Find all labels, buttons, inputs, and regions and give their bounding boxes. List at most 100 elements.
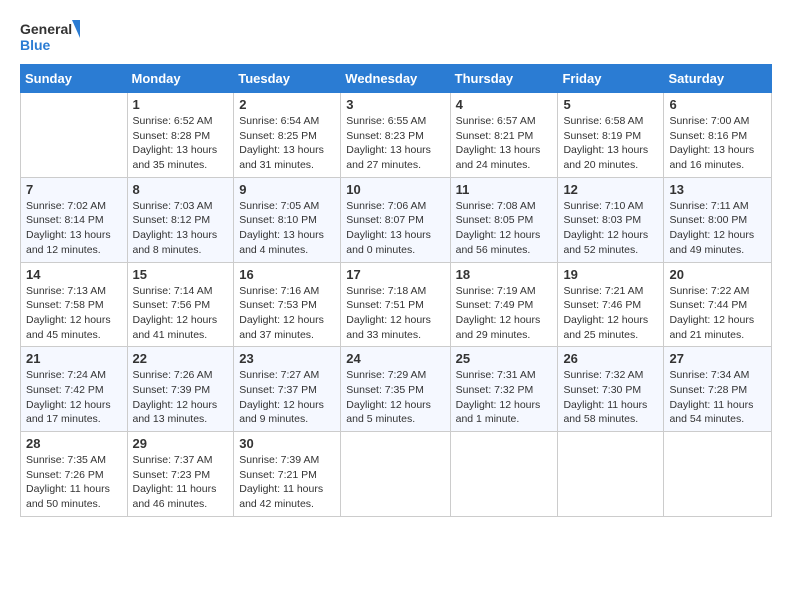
- day-number: 11: [456, 182, 553, 197]
- day-info: Sunrise: 7:06 AMSunset: 8:07 PMDaylight:…: [346, 199, 444, 258]
- calendar-cell: 29 Sunrise: 7:37 AMSunset: 7:23 PMDayligh…: [127, 432, 234, 517]
- calendar-cell: 11 Sunrise: 7:08 AMSunset: 8:05 PMDayligh…: [450, 177, 558, 262]
- day-info: Sunrise: 7:27 AMSunset: 7:37 PMDaylight:…: [239, 368, 335, 427]
- calendar-cell: 21 Sunrise: 7:24 AMSunset: 7:42 PMDayligh…: [21, 347, 128, 432]
- day-info: Sunrise: 6:54 AMSunset: 8:25 PMDaylight:…: [239, 114, 335, 173]
- calendar-cell: [21, 93, 128, 178]
- svg-text:Blue: Blue: [20, 37, 51, 53]
- day-number: 13: [669, 182, 766, 197]
- calendar-cell: 16 Sunrise: 7:16 AMSunset: 7:53 PMDayligh…: [234, 262, 341, 347]
- calendar-cell: [341, 432, 450, 517]
- day-number: 15: [133, 267, 229, 282]
- day-info: Sunrise: 7:10 AMSunset: 8:03 PMDaylight:…: [563, 199, 658, 258]
- day-info: Sunrise: 7:32 AMSunset: 7:30 PMDaylight:…: [563, 368, 658, 427]
- day-number: 3: [346, 97, 444, 112]
- day-info: Sunrise: 7:22 AMSunset: 7:44 PMDaylight:…: [669, 284, 766, 343]
- calendar-cell: 2Sunrise: 6:54 AMSunset: 8:25 PMDaylight…: [234, 93, 341, 178]
- column-header-monday: Monday: [127, 65, 234, 93]
- day-info: Sunrise: 7:02 AMSunset: 8:14 PMDaylight:…: [26, 199, 122, 258]
- calendar-cell: [558, 432, 664, 517]
- day-number: 1: [133, 97, 229, 112]
- day-info: Sunrise: 6:55 AMSunset: 8:23 PMDaylight:…: [346, 114, 444, 173]
- calendar-cell: 24 Sunrise: 7:29 AMSunset: 7:35 PMDayligh…: [341, 347, 450, 432]
- day-info: Sunrise: 7:05 AMSunset: 8:10 PMDaylight:…: [239, 199, 335, 258]
- calendar-cell: 23 Sunrise: 7:27 AMSunset: 7:37 PMDayligh…: [234, 347, 341, 432]
- calendar-cell: 5 Sunrise: 6:58 AMSunset: 8:19 PMDaylight…: [558, 93, 664, 178]
- day-number: 29: [133, 436, 229, 451]
- calendar-cell: 17 Sunrise: 7:18 AMSunset: 7:51 PMDayligh…: [341, 262, 450, 347]
- column-header-wednesday: Wednesday: [341, 65, 450, 93]
- column-header-sunday: Sunday: [21, 65, 128, 93]
- calendar-header-row: SundayMondayTuesdayWednesdayThursdayFrid…: [21, 65, 772, 93]
- day-number: 22: [133, 351, 229, 366]
- day-info: Sunrise: 6:52 AMSunset: 8:28 PMDaylight:…: [133, 114, 229, 173]
- day-number: 5: [563, 97, 658, 112]
- day-info: Sunrise: 7:21 AMSunset: 7:46 PMDaylight:…: [563, 284, 658, 343]
- calendar-cell: 27 Sunrise: 7:34 AMSunset: 7:28 PMDayligh…: [664, 347, 772, 432]
- day-info: Sunrise: 7:13 AMSunset: 7:58 PMDaylight:…: [26, 284, 122, 343]
- column-header-saturday: Saturday: [664, 65, 772, 93]
- week-row-5: 28Sunrise: 7:35 AMSunset: 7:26 PMDayligh…: [21, 432, 772, 517]
- calendar-cell: 18 Sunrise: 7:19 AMSunset: 7:49 PMDayligh…: [450, 262, 558, 347]
- calendar-cell: 13 Sunrise: 7:11 AMSunset: 8:00 PMDayligh…: [664, 177, 772, 262]
- calendar-cell: 4 Sunrise: 6:57 AMSunset: 8:21 PMDaylight…: [450, 93, 558, 178]
- calendar-cell: 26 Sunrise: 7:32 AMSunset: 7:30 PMDayligh…: [558, 347, 664, 432]
- calendar-cell: 28Sunrise: 7:35 AMSunset: 7:26 PMDayligh…: [21, 432, 128, 517]
- day-info: Sunrise: 7:29 AMSunset: 7:35 PMDaylight:…: [346, 368, 444, 427]
- day-number: 20: [669, 267, 766, 282]
- calendar-cell: 9 Sunrise: 7:05 AMSunset: 8:10 PMDaylight…: [234, 177, 341, 262]
- calendar-cell: 12 Sunrise: 7:10 AMSunset: 8:03 PMDayligh…: [558, 177, 664, 262]
- week-row-3: 14 Sunrise: 7:13 AMSunset: 7:58 PMDayligh…: [21, 262, 772, 347]
- day-number: 10: [346, 182, 444, 197]
- day-info: Sunrise: 7:16 AMSunset: 7:53 PMDaylight:…: [239, 284, 335, 343]
- day-number: 30: [239, 436, 335, 451]
- calendar-cell: 22 Sunrise: 7:26 AMSunset: 7:39 PMDayligh…: [127, 347, 234, 432]
- week-row-4: 21 Sunrise: 7:24 AMSunset: 7:42 PMDayligh…: [21, 347, 772, 432]
- day-info: Sunrise: 7:18 AMSunset: 7:51 PMDaylight:…: [346, 284, 444, 343]
- day-number: 17: [346, 267, 444, 282]
- day-number: 7: [26, 182, 122, 197]
- day-number: 8: [133, 182, 229, 197]
- day-info: Sunrise: 7:11 AMSunset: 8:00 PMDaylight:…: [669, 199, 766, 258]
- day-number: 16: [239, 267, 335, 282]
- svg-text:General: General: [20, 21, 72, 37]
- day-info: Sunrise: 7:08 AMSunset: 8:05 PMDaylight:…: [456, 199, 553, 258]
- logo-svg: General Blue: [20, 16, 80, 58]
- calendar-cell: 30Sunrise: 7:39 AMSunset: 7:21 PMDayligh…: [234, 432, 341, 517]
- calendar-cell: [664, 432, 772, 517]
- calendar-table: SundayMondayTuesdayWednesdayThursdayFrid…: [20, 64, 772, 517]
- day-info: Sunrise: 7:14 AMSunset: 7:56 PMDaylight:…: [133, 284, 229, 343]
- week-row-2: 7 Sunrise: 7:02 AMSunset: 8:14 PMDaylight…: [21, 177, 772, 262]
- day-info: Sunrise: 7:31 AMSunset: 7:32 PMDaylight:…: [456, 368, 553, 427]
- day-number: 6: [669, 97, 766, 112]
- day-number: 28: [26, 436, 122, 451]
- calendar-cell: [450, 432, 558, 517]
- column-header-tuesday: Tuesday: [234, 65, 341, 93]
- day-number: 9: [239, 182, 335, 197]
- calendar-cell: 8 Sunrise: 7:03 AMSunset: 8:12 PMDaylight…: [127, 177, 234, 262]
- day-info: Sunrise: 7:24 AMSunset: 7:42 PMDaylight:…: [26, 368, 122, 427]
- day-number: 27: [669, 351, 766, 366]
- day-number: 4: [456, 97, 553, 112]
- day-number: 12: [563, 182, 658, 197]
- calendar-cell: 15 Sunrise: 7:14 AMSunset: 7:56 PMDayligh…: [127, 262, 234, 347]
- calendar-cell: 20 Sunrise: 7:22 AMSunset: 7:44 PMDayligh…: [664, 262, 772, 347]
- week-row-1: 1 Sunrise: 6:52 AMSunset: 8:28 PMDaylight…: [21, 93, 772, 178]
- day-number: 26: [563, 351, 658, 366]
- column-header-thursday: Thursday: [450, 65, 558, 93]
- day-number: 21: [26, 351, 122, 366]
- calendar-cell: 3 Sunrise: 6:55 AMSunset: 8:23 PMDaylight…: [341, 93, 450, 178]
- day-number: 18: [456, 267, 553, 282]
- day-info: Sunrise: 7:34 AMSunset: 7:28 PMDaylight:…: [669, 368, 766, 427]
- day-number: 24: [346, 351, 444, 366]
- day-info: Sunrise: 6:58 AMSunset: 8:19 PMDaylight:…: [563, 114, 658, 173]
- day-number: 23: [239, 351, 335, 366]
- day-number: 19: [563, 267, 658, 282]
- day-number: 14: [26, 267, 122, 282]
- calendar-cell: 14 Sunrise: 7:13 AMSunset: 7:58 PMDayligh…: [21, 262, 128, 347]
- day-info: Sunrise: 7:26 AMSunset: 7:39 PMDaylight:…: [133, 368, 229, 427]
- day-info: Sunrise: 7:03 AMSunset: 8:12 PMDaylight:…: [133, 199, 229, 258]
- day-info: Sunrise: 7:19 AMSunset: 7:49 PMDaylight:…: [456, 284, 553, 343]
- day-info: Sunrise: 6:57 AMSunset: 8:21 PMDaylight:…: [456, 114, 553, 173]
- day-info: Sunrise: 7:37 AMSunset: 7:23 PMDaylight:…: [133, 453, 229, 512]
